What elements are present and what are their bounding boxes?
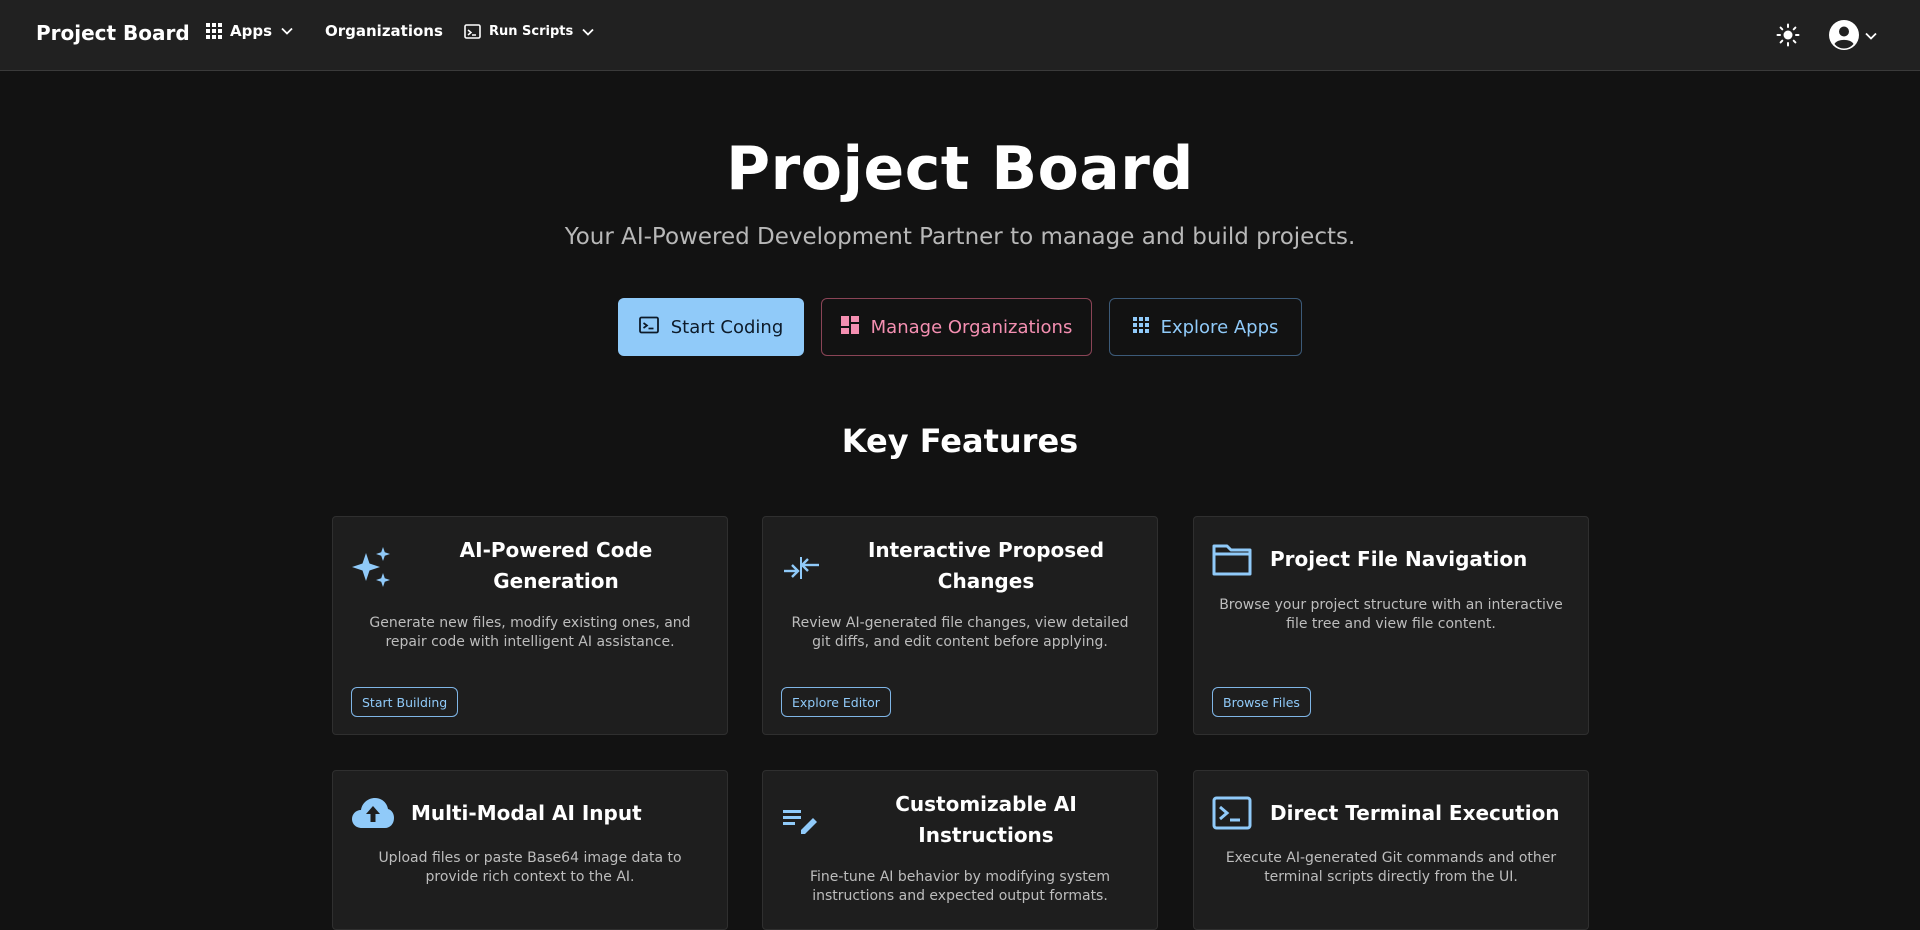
cloud-upload-icon [351, 789, 399, 837]
feature-card-title: AI-Powered Code Generation [459, 538, 653, 593]
feature-card-description: Review AI-generated file changes, view d… [791, 615, 1129, 650]
apps-grid-icon [206, 23, 222, 39]
organizations-nav-label: Organizations [325, 22, 443, 40]
explore-apps-label: Explore Apps [1160, 316, 1279, 338]
sparkles-icon [351, 542, 399, 590]
folder-icon [1212, 535, 1260, 583]
feature-card-description: Upload files or paste Base64 image data … [378, 850, 682, 885]
feature-card-file-navigation: Project File Navigation Browse your proj… [1193, 516, 1589, 735]
terminal-icon [1212, 789, 1260, 837]
apps-menu-label: Apps [230, 22, 273, 40]
explore-editor-button[interactable]: Explore Editor [781, 687, 891, 717]
feature-card-proposed-changes: Interactive Proposed Changes Review AI-g… [762, 516, 1158, 735]
sun-icon [1776, 23, 1800, 51]
start-building-button[interactable]: Start Building [351, 687, 459, 717]
terminal-icon [464, 24, 481, 39]
dashboard-icon [840, 315, 859, 339]
hero-subtitle: Your AI-Powered Development Partner to m… [564, 224, 1356, 250]
feature-card-description: Generate new files, modify existing ones… [369, 615, 691, 650]
feature-card-custom-instructions: Customizable AI Instructions Fine-tune A… [762, 770, 1158, 930]
hero-title: Project Board [726, 134, 1194, 204]
apps-grid-icon [1132, 316, 1149, 338]
organizations-nav-button[interactable]: Organizations [325, 22, 443, 40]
compare-arrows-icon [781, 542, 829, 590]
apps-menu-button[interactable]: Apps [206, 22, 294, 40]
chevron-down-icon [1864, 28, 1878, 47]
run-scripts-menu-button[interactable]: Run Scripts [464, 24, 595, 39]
top-app-bar: Project Board Apps Organizations Run Scr… [0, 0, 1920, 71]
feature-card-title: Interactive Proposed Changes [867, 538, 1105, 593]
feature-card-description: Execute AI-generated Git commands and ot… [1225, 850, 1557, 885]
feature-card-title: Direct Terminal Execution [1270, 800, 1560, 825]
theme-toggle-button[interactable] [1776, 23, 1800, 51]
account-circle-icon [1828, 19, 1860, 55]
start-coding-button[interactable]: Start Coding [618, 298, 804, 356]
start-coding-label: Start Coding [670, 316, 784, 338]
key-features-heading: Key Features [841, 422, 1079, 460]
chevron-down-icon [280, 24, 294, 38]
browse-files-button[interactable]: Browse Files [1212, 687, 1311, 717]
feature-card-title: Multi-Modal AI Input [411, 800, 642, 825]
feature-card-multimodal-input: Multi-Modal AI Input Upload files or pas… [332, 770, 728, 930]
manage-organizations-button[interactable]: Manage Organizations [821, 298, 1092, 356]
feature-card-title: Project File Navigation [1270, 546, 1528, 571]
brand-title[interactable]: Project Board [36, 21, 190, 45]
feature-card-description: Browse your project structure with an in… [1219, 597, 1563, 632]
terminal-icon [638, 316, 659, 339]
account-menu-button[interactable] [1828, 19, 1878, 55]
manage-organizations-label: Manage Organizations [870, 316, 1073, 338]
feature-card-code-generation: AI-Powered Code Generation Generate new … [332, 516, 728, 735]
chevron-down-icon [581, 25, 595, 39]
feature-card-terminal-execution: Direct Terminal Execution Execute AI-gen… [1193, 770, 1589, 930]
feature-card-title: Customizable AI Instructions [895, 792, 1077, 847]
edit-note-icon [781, 796, 829, 844]
explore-apps-button[interactable]: Explore Apps [1109, 298, 1302, 356]
run-scripts-label: Run Scripts [489, 24, 574, 39]
feature-card-description: Fine-tune AI behavior by modifying syste… [809, 869, 1111, 904]
